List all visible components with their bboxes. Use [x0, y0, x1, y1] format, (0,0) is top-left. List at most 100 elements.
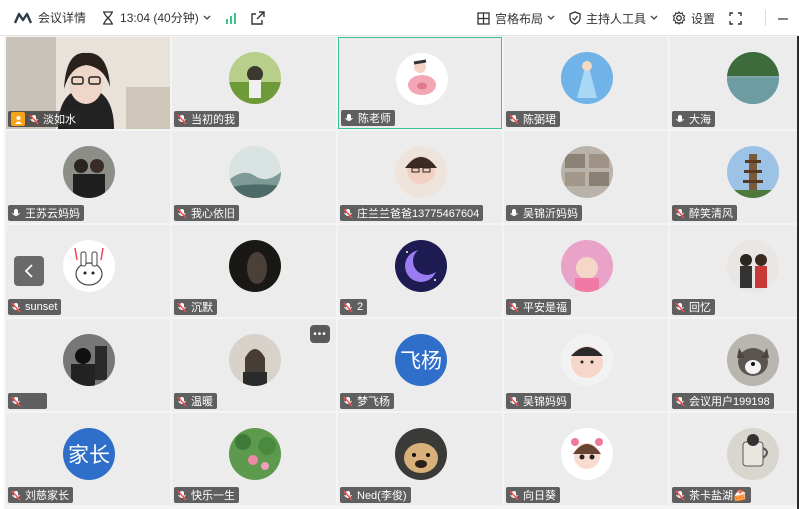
- participant-avatar: [561, 334, 613, 386]
- mic-muted-icon: [343, 396, 353, 407]
- participant-nameplate: 庄兰兰爸爸13775467604: [340, 205, 484, 221]
- participant-tile[interactable]: 沉默: [172, 225, 336, 317]
- participant-name: 2: [357, 301, 364, 313]
- participant-tile[interactable]: 吴锦妈妈: [504, 319, 668, 411]
- participant-avatar: [63, 240, 115, 292]
- timer[interactable]: 13:04 (40分钟): [102, 9, 211, 26]
- mic-muted-icon: [177, 490, 187, 501]
- layout-label: 宫格布局: [494, 11, 543, 26]
- participant-tile[interactable]: 平安是福: [504, 225, 668, 317]
- toolbar: 会议详情 13:04 (40分钟) 宫格布局 主持人工具 设置: [0, 0, 799, 36]
- participant-nameplate: 王苏云妈妈: [8, 205, 84, 221]
- participant-nameplate: 快乐一生: [174, 487, 239, 503]
- participant-nameplate: Ned(李俊): [340, 487, 411, 503]
- participant-avatar: [395, 146, 447, 198]
- mic-muted-icon: [177, 302, 187, 313]
- participant-nameplate: 温暖: [174, 393, 217, 409]
- participant-nameplate: 回忆: [672, 299, 715, 315]
- hourglass-icon: [103, 10, 114, 25]
- participant-avatar: [561, 52, 613, 104]
- avatar-initials: 家长: [63, 428, 115, 480]
- participant-tile[interactable]: 会议用户199198: [670, 319, 799, 411]
- participant-name: 吴锦妈妈: [523, 396, 567, 408]
- mic-muted-icon: [675, 208, 685, 219]
- mic-muted-icon: [675, 396, 685, 407]
- participant-name: sunset: [25, 301, 58, 313]
- participant-tile[interactable]: 快乐一生: [172, 413, 336, 505]
- participant-tile[interactable]: 向日葵: [504, 413, 668, 505]
- grid-icon: [477, 11, 490, 25]
- participant-nameplate: 淡如水: [8, 111, 80, 127]
- participant-name: 我心依旧: [191, 208, 235, 220]
- participant-avatar: [727, 334, 779, 386]
- participant-tile[interactable]: 庄兰兰爸爸13775467604: [338, 131, 502, 223]
- mic-muted-icon: [509, 114, 519, 125]
- participant-avatar: [561, 240, 613, 292]
- signal-icon[interactable]: [225, 12, 237, 24]
- participant-name: 梦飞杨: [357, 396, 390, 408]
- meeting-details-link[interactable]: 会议详情: [38, 9, 86, 26]
- participant-tile[interactable]: 2: [338, 225, 502, 317]
- participant-avatar: [727, 146, 779, 198]
- participant-tile[interactable]: 醉笑清风: [670, 131, 799, 223]
- participant-tile[interactable]: 陈弼珺: [504, 37, 668, 129]
- mic-muted-icon: [675, 302, 685, 313]
- participant-tile[interactable]: 家长刘慈家长: [6, 413, 170, 505]
- tencent-meeting-logo: [14, 12, 32, 24]
- mic-muted-icon: [177, 208, 187, 219]
- participant-tile[interactable]: 回忆: [670, 225, 799, 317]
- participant-tile[interactable]: [6, 319, 170, 411]
- participant-avatar: [395, 240, 447, 292]
- participant-tile[interactable]: 王苏云妈妈: [6, 131, 170, 223]
- participant-avatar: [727, 428, 779, 480]
- participant-name: 向日葵: [523, 490, 556, 502]
- mic-muted-icon: [509, 490, 519, 501]
- participant-name: 吴锦沂妈妈: [523, 208, 578, 220]
- participant-tile[interactable]: 我心依旧: [172, 131, 336, 223]
- mic-muted-icon: [29, 114, 39, 125]
- participant-tile[interactable]: 大海: [670, 37, 799, 129]
- participant-avatar: [63, 334, 115, 386]
- fullscreen-icon[interactable]: [729, 11, 747, 25]
- settings-button[interactable]: 设置: [672, 10, 715, 27]
- previous-page-button[interactable]: [14, 256, 44, 286]
- participant-nameplate: 刘慈家长: [8, 487, 73, 503]
- participant-name: 刘慈家长: [25, 490, 69, 502]
- participant-tile[interactable]: 茶卡盐湖🍰: [670, 413, 799, 505]
- participant-avatar: 飞杨: [395, 334, 447, 386]
- layout-button[interactable]: 宫格布局: [477, 10, 555, 27]
- participant-name: 回忆: [689, 302, 711, 314]
- participant-tile[interactable]: ••• 温暖: [172, 319, 336, 411]
- more-options-button[interactable]: •••: [310, 325, 330, 343]
- participant-tile[interactable]: 飞杨 梦飞杨: [338, 319, 502, 411]
- participant-name: Ned(李俊): [357, 490, 407, 502]
- participant-nameplate: 陈弼珺: [506, 111, 560, 127]
- participant-nameplate: sunset: [8, 299, 62, 315]
- participant-tile[interactable]: 吴锦沂妈妈: [504, 131, 668, 223]
- share-link-icon[interactable]: [251, 10, 265, 25]
- participant-name: 王苏云妈妈: [25, 208, 80, 220]
- participant-tile[interactable]: 淡如水: [6, 37, 170, 129]
- participant-name: 会议用户199198: [689, 396, 770, 408]
- participant-name: 沉默: [191, 302, 213, 314]
- participant-avatar: [229, 52, 281, 104]
- participant-avatar: [395, 428, 447, 480]
- chevron-down-icon: [650, 15, 658, 20]
- participant-nameplate: 大海: [672, 111, 715, 127]
- host-tools-button[interactable]: 主持人工具: [569, 10, 658, 27]
- participant-tile[interactable]: 当初的我: [172, 37, 336, 129]
- minimize-icon[interactable]: [765, 10, 799, 26]
- participant-name: 醉笑清风: [689, 208, 733, 220]
- participant-grid: 淡如水 当初的我 陈老师 陈弼珺 大海王苏云妈妈 我心依旧 庄兰兰爸爸13775467604…: [4, 36, 799, 509]
- mic-muted-icon: [343, 302, 353, 313]
- participant-avatar: [229, 428, 281, 480]
- participant-nameplate: 陈老师: [341, 110, 395, 126]
- participant-nameplate: 向日葵: [506, 487, 560, 503]
- chevron-down-icon: [203, 15, 211, 20]
- participant-avatar: [727, 52, 779, 104]
- participant-name: 陈弼珺: [523, 114, 556, 126]
- participant-avatar: [396, 53, 448, 105]
- participant-tile[interactable]: Ned(李俊): [338, 413, 502, 505]
- participant-tile[interactable]: 陈老师: [338, 37, 502, 129]
- mic-icon: [509, 208, 519, 219]
